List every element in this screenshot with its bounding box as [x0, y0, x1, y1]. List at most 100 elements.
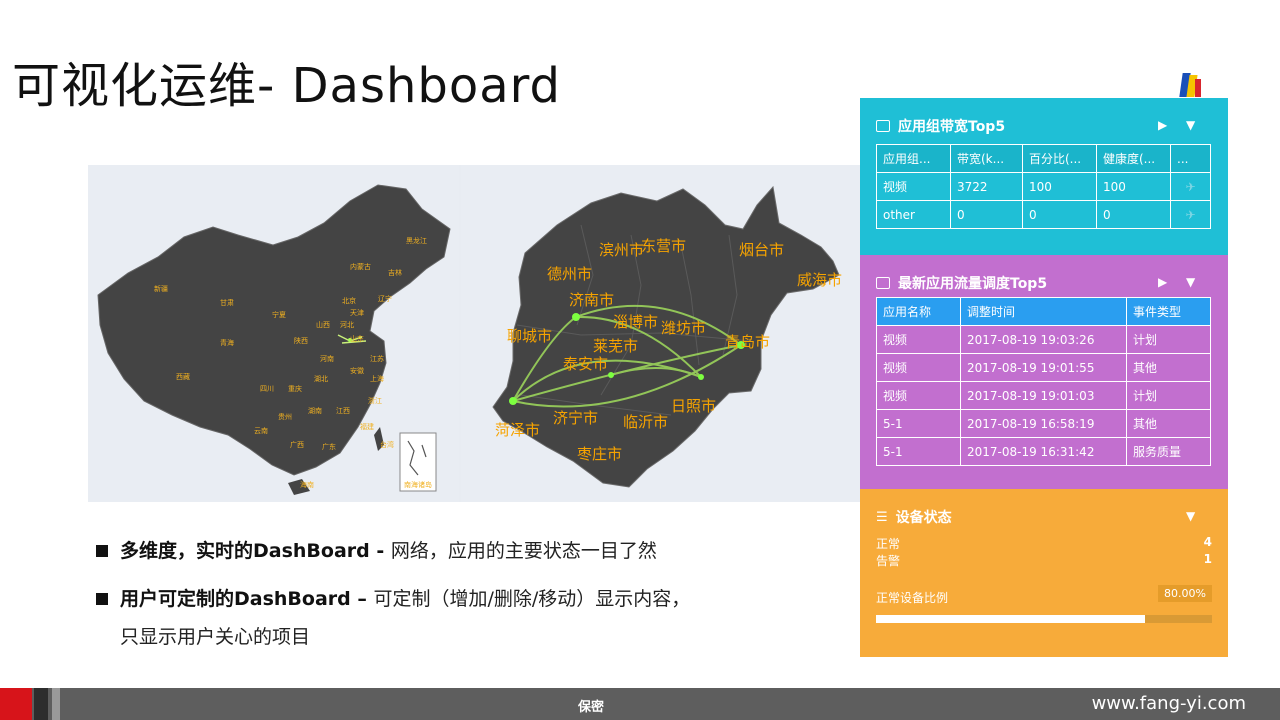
brand-logo — [1179, 73, 1201, 97]
province-label: 内蒙古 — [350, 262, 371, 271]
normal-label: 正常 — [876, 537, 901, 551]
column-header[interactable]: ... — [1170, 144, 1211, 173]
province-label: 山西 — [316, 320, 330, 329]
city-label: 潍坊市 — [661, 319, 706, 337]
table-cell: 其他 — [1126, 409, 1211, 438]
normal-count-row: 正常 4 — [876, 535, 1212, 552]
province-label: 江西 — [336, 407, 350, 415]
feature-heading: 用户可定制的DashBoard – — [120, 588, 374, 610]
normal-value: 4 — [1203, 535, 1212, 549]
table-row[interactable]: 视频 2017-08-19 19:01:03 计划 — [876, 381, 1211, 410]
table-cell: 视频 — [876, 172, 951, 201]
panel-title: 应用组带宽Top5 — [898, 119, 1006, 135]
province-label: 黑龙江 — [406, 236, 427, 245]
feature-heading: 多维度，实时的DashBoard - — [120, 540, 391, 562]
province-label: 广东 — [322, 442, 336, 451]
table-cell: 2017-08-19 16:58:19 — [960, 409, 1127, 438]
province-label: 海南 — [300, 480, 314, 489]
province-label: 安徽 — [350, 366, 364, 375]
table-row[interactable]: other 0 0 0 ✈ — [876, 200, 1211, 229]
table-row[interactable]: 视频 3722 100 100 ✈ — [876, 172, 1211, 201]
column-header[interactable]: 事件类型 — [1126, 297, 1211, 326]
province-label: 辽宁 — [378, 294, 392, 303]
feature-text: 可定制（增加/删除/移动）显示内容， — [373, 588, 691, 610]
province-label: 江苏 — [370, 354, 384, 363]
bandwidth-table: 应用组... 带宽(k... 百分比(... 健康度(... ... 视频 37… — [876, 144, 1211, 229]
province-label: 西藏 — [176, 372, 190, 381]
feature-text: 网络，应用的主要状态一目了然 — [390, 540, 657, 562]
city-label: 东营市 — [641, 237, 686, 255]
province-label: 河北 — [340, 321, 354, 329]
panel-header: 应用组带宽Top5 — [876, 116, 1005, 136]
province-label: 北京 — [342, 296, 356, 305]
collapse-icon[interactable]: ▼ — [1186, 509, 1195, 523]
province-label: 甘肃 — [220, 298, 234, 307]
panel-header: ☰ 设备状态 — [876, 507, 952, 527]
province-label: 四川 — [260, 385, 274, 393]
table-cell: 视频 — [876, 353, 961, 382]
square-bullet-icon — [96, 593, 108, 605]
send-icon[interactable]: ✈ — [1170, 200, 1211, 229]
play-icon[interactable]: ▶ — [1158, 275, 1167, 289]
city-label: 烟台市 — [739, 241, 784, 259]
map-area: 黑龙江 吉林 辽宁 内蒙古 北京 天津 河北 山西 山东 新疆 甘肃 宁夏 青海 陕西 河南 江苏 西藏 四川 重庆… — [88, 165, 860, 502]
table-row[interactable]: 视频 2017-08-19 19:01:55 其他 — [876, 353, 1211, 382]
table-row[interactable]: 5-1 2017-08-19 16:58:19 其他 — [876, 409, 1211, 438]
province-label: 青海 — [220, 338, 234, 347]
province-label: 湖北 — [314, 374, 328, 383]
page-title: 可视化运维- Dashboard — [12, 58, 561, 114]
table-cell: 2017-08-19 19:01:55 — [960, 353, 1127, 382]
website-link[interactable]: www.fang-yi.com — [1092, 693, 1246, 714]
city-label: 济南市 — [569, 291, 614, 309]
province-label: 广西 — [290, 440, 304, 449]
province-label: 陕西 — [294, 336, 308, 345]
table-cell: 5-1 — [876, 409, 961, 438]
city-label: 莱芜市 — [593, 337, 638, 355]
panel-header: 最新应用流量调度Top5 — [876, 273, 1047, 293]
table-cell: 视频 — [876, 381, 961, 410]
table-cell: 5-1 — [876, 437, 961, 466]
province-label: 吉林 — [388, 268, 402, 277]
city-label: 滨州市 — [599, 241, 644, 259]
column-header[interactable]: 应用名称 — [876, 297, 961, 326]
collapse-icon[interactable]: ▼ — [1186, 118, 1195, 132]
table-cell: 2017-08-19 19:03:26 — [960, 325, 1127, 354]
inset-label: 南海诸岛 — [404, 480, 432, 489]
ratio-label: 正常设备比例 — [876, 591, 949, 605]
city-label: 聊城市 — [507, 327, 552, 345]
collapse-icon[interactable]: ▼ — [1186, 275, 1195, 289]
app-group-bandwidth-panel: 应用组带宽Top5 ▶ ▼ 应用组... 带宽(k... 百分比(... 健康度… — [860, 98, 1228, 255]
table-cell: 其他 — [1126, 353, 1211, 382]
column-header[interactable]: 百分比(... — [1022, 144, 1097, 173]
table-cell: 3722 — [950, 172, 1023, 201]
province-label: 云南 — [254, 426, 268, 435]
province-label: 山东 — [350, 334, 364, 343]
confidential-label: 保密 — [578, 700, 605, 715]
province-label: 台湾 — [380, 440, 394, 449]
send-icon[interactable]: ✈ — [1170, 172, 1211, 201]
city-label: 枣庄市 — [577, 445, 622, 463]
table-row[interactable]: 视频 2017-08-19 19:03:26 计划 — [876, 325, 1211, 354]
table-cell: 0 — [1022, 200, 1097, 229]
device-status-panel: ☰ 设备状态 ▼ 正常 4 告警 1 正常设备比例 80.00% — [860, 489, 1228, 657]
table-cell: 计划 — [1126, 381, 1211, 410]
table-cell: 2017-08-19 19:01:03 — [960, 381, 1127, 410]
table-row[interactable]: 5-1 2017-08-19 16:31:42 服务质量 — [876, 437, 1211, 466]
china-map[interactable]: 黑龙江 吉林 辽宁 内蒙古 北京 天津 河北 山西 山东 新疆 甘肃 宁夏 青海 陕西 河南 江苏 西藏 四川 重庆… — [88, 165, 459, 502]
column-header[interactable]: 应用组... — [876, 144, 951, 173]
column-header[interactable]: 健康度(... — [1096, 144, 1171, 173]
province-label: 浙江 — [368, 396, 382, 405]
city-label: 济宁市 — [553, 409, 598, 427]
play-icon[interactable]: ▶ — [1158, 118, 1167, 132]
shandong-map[interactable]: 滨州市 东营市 烟台市 德州市 威海市 济南市 淄博市 潍坊市 聊城市 莱芜市 青岛市 泰安市 济宁市 临… — [461, 165, 860, 502]
feature-list: 多维度，实时的DashBoard - 网络，应用的主要状态一目了然 用户可定制的… — [96, 532, 796, 656]
column-header[interactable]: 带宽(k... — [950, 144, 1023, 173]
city-label: 青岛市 — [725, 333, 770, 351]
city-label: 泰安市 — [563, 355, 608, 373]
feature-text-cont: 只显示用户关心的项目 — [120, 626, 311, 648]
table-cell: 100 — [1096, 172, 1171, 201]
panel-title: 最新应用流量调度Top5 — [898, 276, 1048, 292]
column-header[interactable]: 调整时间 — [960, 297, 1127, 326]
schedule-table: 应用名称 调整时间 事件类型 视频 2017-08-19 19:03:26 计划 视频… — [876, 297, 1211, 466]
table-header-row: 应用组... 带宽(k... 百分比(... 健康度(... ... — [876, 144, 1211, 173]
